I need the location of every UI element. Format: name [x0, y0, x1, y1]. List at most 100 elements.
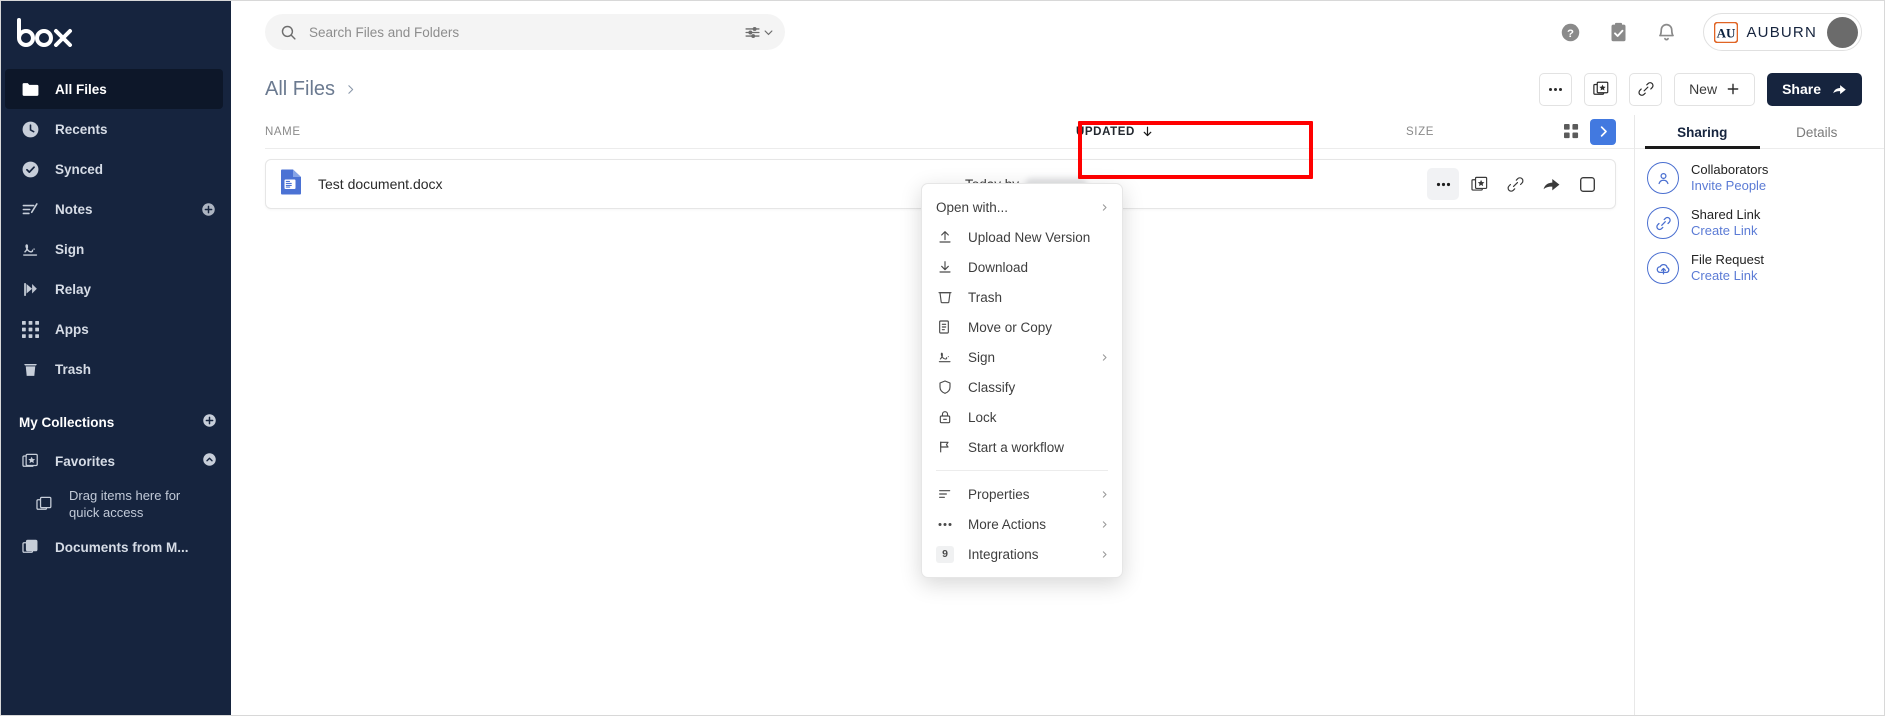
- flag-icon: [936, 438, 954, 456]
- search-input[interactable]: [297, 25, 738, 40]
- row-select-checkbox[interactable]: [1571, 168, 1603, 200]
- help-circle-icon[interactable]: ?: [1553, 15, 1587, 49]
- content-region: NAME UPDATED SIZE: [231, 115, 1884, 715]
- sidebar-item-documents[interactable]: Documents from M...: [1, 527, 231, 567]
- menu-label-move-or-copy: Move or Copy: [968, 320, 1110, 335]
- sidebar-item-synced[interactable]: Synced: [1, 149, 231, 189]
- user-account-chip[interactable]: AU AUBURN: [1703, 13, 1862, 51]
- plus-icon[interactable]: [199, 200, 217, 218]
- share-button[interactable]: Share: [1767, 73, 1862, 106]
- menu-item-move-or-copy[interactable]: Move or Copy: [922, 312, 1122, 342]
- sort-arrow-down-icon: [1141, 125, 1154, 138]
- clipboard-check-icon[interactable]: [1601, 15, 1635, 49]
- menu-item-start-a-workflow[interactable]: Start a workflow: [922, 432, 1122, 462]
- panel-item-file-request[interactable]: File Request Create Link: [1635, 239, 1884, 284]
- new-button[interactable]: New: [1674, 73, 1755, 106]
- sidebar-item-all-files[interactable]: All Files: [5, 69, 223, 109]
- menu-item-sign[interactable]: Sign: [922, 342, 1122, 372]
- chevron-right-icon: [1098, 520, 1110, 529]
- ellipsis-icon: [936, 515, 954, 533]
- chevron-down-icon: [764, 28, 773, 37]
- row-add-to-collection-button[interactable]: [1463, 168, 1495, 200]
- row-link-button[interactable]: [1499, 168, 1531, 200]
- file-list: NAME UPDATED SIZE: [231, 115, 1634, 715]
- svg-text:?: ?: [1567, 27, 1574, 39]
- svg-text:AU: AU: [1717, 25, 1736, 40]
- avatar[interactable]: [1827, 17, 1858, 48]
- menu-item-properties[interactable]: Properties: [922, 479, 1122, 509]
- menu-item-lock[interactable]: Lock: [922, 402, 1122, 432]
- stacked-squares-icon: [33, 493, 55, 515]
- grid-view-icon[interactable]: [1558, 119, 1584, 145]
- sidebar-item-notes[interactable]: Notes: [1, 189, 231, 229]
- auburn-logo-icon: AU: [1714, 21, 1738, 43]
- menu-item-classify[interactable]: Classify: [922, 372, 1122, 402]
- file-name-cell[interactable]: Test document.docx: [266, 169, 965, 200]
- menu-item-trash[interactable]: Trash: [922, 282, 1122, 312]
- plus-icon[interactable]: [202, 413, 217, 431]
- menu-label-lock: Lock: [968, 410, 1110, 425]
- collaborators-title: Collaborators: [1691, 162, 1768, 178]
- sidebar-label-notes: Notes: [55, 202, 199, 217]
- checkbox-empty-icon: [1579, 176, 1596, 193]
- check-circle-icon: [19, 158, 41, 180]
- lock-icon: [936, 408, 954, 426]
- sidebar-label-relay: Relay: [55, 282, 217, 297]
- search-container[interactable]: [265, 14, 785, 50]
- collaborators-action[interactable]: Invite People: [1691, 178, 1768, 194]
- link-button[interactable]: [1629, 73, 1662, 106]
- menu-item-upload-new-version[interactable]: Upload New Version: [922, 222, 1122, 252]
- row-more-options-button[interactable]: [1427, 168, 1459, 200]
- expand-panel-icon[interactable]: [1590, 119, 1616, 145]
- shield-icon: [936, 378, 954, 396]
- row-action-buttons: [1405, 168, 1615, 200]
- menu-label-download: Download: [968, 260, 1110, 275]
- panel-item-collaborators[interactable]: Collaborators Invite People: [1635, 149, 1884, 194]
- menu-item-open-with[interactable]: Open with...: [922, 192, 1122, 222]
- shared-link-action[interactable]: Create Link: [1691, 223, 1760, 239]
- panel-tabs: Sharing Details: [1635, 115, 1884, 149]
- add-to-collection-icon: [1470, 175, 1489, 194]
- search-icon: [279, 23, 297, 41]
- chevron-up-icon[interactable]: [202, 452, 217, 470]
- sidebar-label-apps: Apps: [55, 322, 217, 337]
- menu-item-integrations[interactable]: 9 Integrations: [922, 539, 1122, 569]
- menu-label-start-a-workflow: Start a workflow: [968, 440, 1110, 455]
- folder-icon: [19, 78, 41, 100]
- column-header-size[interactable]: SIZE: [1406, 126, 1516, 138]
- menu-item-more-actions[interactable]: More Actions: [922, 509, 1122, 539]
- sidebar-item-favorites[interactable]: Favorites: [1, 441, 231, 481]
- add-to-collection-button[interactable]: [1584, 73, 1617, 106]
- drag-hint-text: Drag items here for quick access: [69, 487, 204, 521]
- signature-icon: [936, 348, 954, 366]
- tab-details[interactable]: Details: [1760, 125, 1875, 148]
- new-button-label: New: [1689, 81, 1717, 97]
- column-header-updated[interactable]: UPDATED: [1076, 125, 1406, 138]
- share-arrow-icon: [1542, 175, 1561, 194]
- ellipsis-icon: [1435, 182, 1452, 187]
- search-filter-button[interactable]: [738, 24, 773, 41]
- sidebar-item-sign[interactable]: Sign: [1, 229, 231, 269]
- favorites-star-icon: [19, 450, 41, 472]
- bell-icon[interactable]: [1649, 15, 1683, 49]
- sidebar-item-trash[interactable]: Trash: [1, 349, 231, 389]
- table-header-row: NAME UPDATED SIZE: [265, 115, 1634, 149]
- my-collections-header: My Collections: [1, 403, 231, 441]
- sidebar-item-apps[interactable]: Apps: [1, 309, 231, 349]
- panel-item-shared-link[interactable]: Shared Link Create Link: [1635, 194, 1884, 239]
- column-header-name[interactable]: NAME: [265, 126, 1076, 138]
- sidebar-item-relay[interactable]: Relay: [1, 269, 231, 309]
- share-arrow-icon: [1832, 82, 1847, 97]
- breadcrumb[interactable]: All Files: [265, 78, 357, 101]
- person-icon: [1647, 162, 1679, 194]
- box-logo[interactable]: [1, 1, 231, 63]
- sidebar-item-recents[interactable]: Recents: [1, 109, 231, 149]
- tab-sharing[interactable]: Sharing: [1645, 125, 1760, 148]
- more-options-button[interactable]: [1539, 73, 1572, 106]
- row-share-button[interactable]: [1535, 168, 1567, 200]
- menu-item-download[interactable]: Download: [922, 252, 1122, 282]
- main-region: ? AU: [231, 1, 1884, 715]
- trash-icon: [936, 288, 954, 306]
- file-request-action[interactable]: Create Link: [1691, 268, 1764, 284]
- notes-icon: [19, 198, 41, 220]
